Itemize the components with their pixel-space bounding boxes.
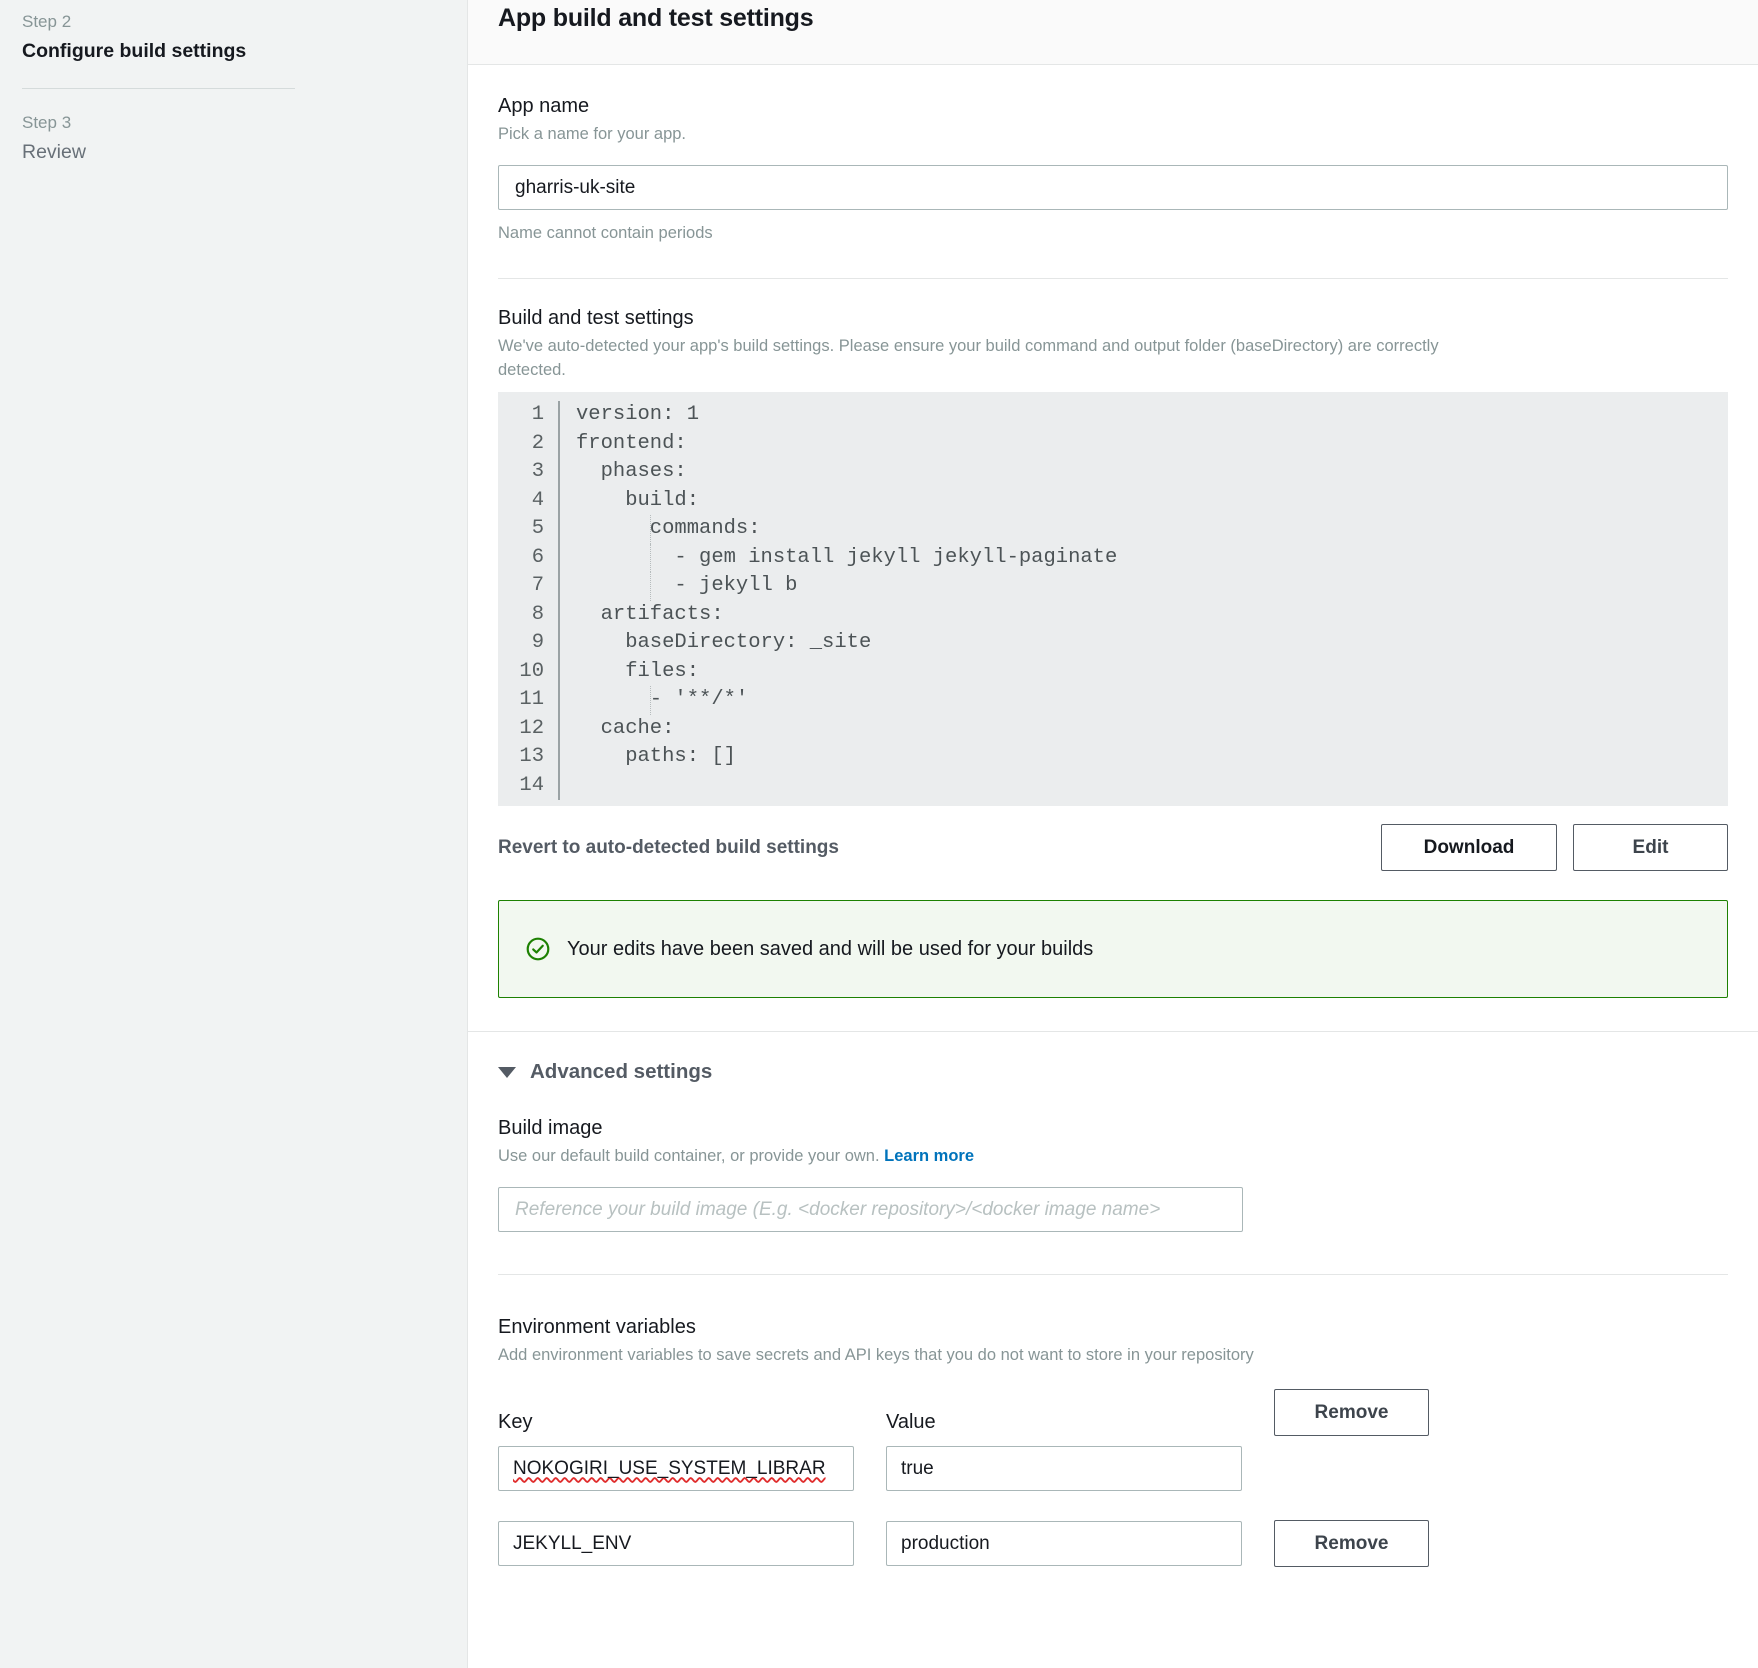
- wizard-step-3-title: Review: [22, 141, 86, 163]
- env-key-text-0: NOKOGIRI_USE_SYSTEM_LIBRAR: [513, 1457, 826, 1479]
- panel-header: App build and test settings: [468, 0, 1758, 64]
- code-line: artifacts:: [576, 602, 724, 626]
- chevron-down-icon: [498, 1066, 516, 1078]
- wizard-divider: [22, 88, 295, 89]
- code-line-number: 9: [531, 631, 544, 654]
- code-line: commands:: [576, 515, 1728, 544]
- env-key-input-1[interactable]: JEKYLL_ENV: [498, 1521, 854, 1566]
- environment-variable-row: JEKYLL_ENV production Remove: [498, 1520, 1728, 1567]
- build-image-input[interactable]: [498, 1187, 1243, 1232]
- build-settings-actions: Revert to auto-detected build settings D…: [468, 806, 1758, 871]
- wizard-step-2-label: Step 2: [22, 12, 72, 31]
- build-settings-label: Build and test settings: [498, 307, 694, 329]
- learn-more-link[interactable]: Learn more: [884, 1147, 974, 1165]
- env-key-input-0[interactable]: NOKOGIRI_USE_SYSTEM_LIBRAR: [498, 1446, 854, 1491]
- save-success-alert: Your edits have been saved and will be u…: [498, 900, 1728, 998]
- wizard-step-3-label: Step 3: [22, 113, 72, 132]
- code-line-numbers: 1 2 3 4 5 6 7 8 9 10 11 12 13 14: [498, 401, 560, 800]
- code-line-number: 2: [531, 431, 544, 455]
- indent-guide: [649, 515, 651, 544]
- env-value-text-1: production: [901, 1532, 990, 1554]
- build-image-description-text: Use our default build container, or prov…: [498, 1147, 880, 1165]
- build-image-label: Build image: [498, 1117, 603, 1139]
- environment-variables-label: Environment variables: [498, 1316, 696, 1338]
- code-line-number: 11: [519, 688, 544, 711]
- check-circle-icon: [525, 936, 551, 962]
- page-title: App build and test settings: [498, 4, 814, 32]
- revert-build-settings-button[interactable]: Revert to auto-detected build settings: [498, 837, 839, 859]
- code-line-number: 6: [531, 545, 544, 569]
- code-line-number: 4: [531, 488, 544, 512]
- env-value-input-0[interactable]: true: [886, 1446, 1242, 1491]
- remove-button-row-0-header[interactable]: Remove: [1274, 1389, 1429, 1436]
- value-column-header: Value: [886, 1411, 936, 1433]
- app-name-section: App name Pick a name for your app. Name …: [468, 65, 1758, 244]
- remove-column-header: Remove: [1274, 1389, 1429, 1436]
- save-success-message: Your edits have been saved and will be u…: [567, 938, 1094, 960]
- advanced-settings-title: Advanced settings: [530, 1060, 713, 1083]
- code-line-number: 14: [519, 773, 544, 797]
- code-line: baseDirectory: _site: [576, 631, 872, 654]
- app-name-description: Pick a name for your app.: [498, 125, 687, 143]
- build-image-description: Use our default build container, or prov…: [498, 1144, 1728, 1168]
- code-line-number: 5: [531, 517, 544, 540]
- code-line: files:: [576, 659, 700, 683]
- indent-guide: [649, 686, 651, 715]
- code-line-number: 10: [519, 659, 544, 683]
- code-line: paths: []: [576, 745, 736, 768]
- buildspec-code-viewer[interactable]: 1 2 3 4 5 6 7 8 9 10 11 12 13 14 version: 1 frontend: …: [498, 392, 1728, 806]
- build-settings-description: We've auto-detected your app's build set…: [498, 337, 1439, 379]
- app-name-input[interactable]: [498, 165, 1728, 210]
- code-line-number: 3: [531, 460, 544, 483]
- remove-button-row-1[interactable]: Remove: [1274, 1520, 1429, 1567]
- build-settings-button-group: Download Edit: [1381, 824, 1728, 871]
- wizard-steps-sidebar: Step 2 Configure build settings Step 3 R…: [0, 0, 467, 1668]
- environment-variables-group: Environment variables Add environment va…: [468, 1275, 1758, 1567]
- env-row-1-actions: Remove: [1274, 1520, 1429, 1567]
- environment-variables-header-row: Key Value Remove: [498, 1389, 1728, 1436]
- environment-variable-row: NOKOGIRI_USE_SYSTEM_LIBRAR true: [498, 1446, 1728, 1491]
- indent-guide: [649, 572, 651, 601]
- build-image-group: Build image Use our default build contai…: [468, 1084, 1758, 1232]
- env-value-input-1[interactable]: production: [886, 1521, 1242, 1566]
- settings-panel: App build and test settings App name Pic…: [467, 0, 1758, 1668]
- key-column-header: Key: [498, 1411, 533, 1433]
- code-line: version: 1: [576, 403, 700, 426]
- code-line: - jekyll b: [576, 572, 1728, 601]
- app-name-hint: Name cannot contain periods: [498, 224, 713, 242]
- environment-variables-description: Add environment variables to save secret…: [498, 1346, 1254, 1364]
- code-line: - '**/*': [576, 686, 1728, 715]
- code-line-number: 13: [519, 745, 544, 768]
- wizard-step-3[interactable]: Step 3 Review: [22, 109, 467, 167]
- code-line-number: 7: [531, 574, 544, 597]
- app-name-label: App name: [498, 95, 590, 117]
- build-settings-section: Build and test settings We've auto-detec…: [468, 279, 1758, 806]
- code-line: frontend:: [576, 431, 687, 455]
- download-button[interactable]: Download: [1381, 824, 1557, 871]
- code-line-number: 12: [519, 716, 544, 740]
- code-line: build:: [576, 488, 700, 512]
- code-line: - gem install jekyll jekyll-paginate: [576, 543, 1728, 572]
- code-line: cache:: [576, 716, 675, 740]
- wizard-step-2-title: Configure build settings: [22, 40, 247, 62]
- page-root: Step 2 Configure build settings Step 3 R…: [0, 0, 1758, 1668]
- code-line-number: 8: [531, 602, 544, 626]
- edit-button[interactable]: Edit: [1573, 824, 1728, 871]
- code-line: phases:: [576, 460, 687, 483]
- env-value-text-0: true: [901, 1457, 934, 1479]
- advanced-settings-toggle[interactable]: Advanced settings: [468, 1060, 1758, 1084]
- indent-guide: [649, 543, 651, 572]
- code-line-number: 1: [531, 403, 544, 426]
- advanced-settings-section: Advanced settings Build image Use our de…: [468, 1032, 1758, 1567]
- wizard-step-2[interactable]: Step 2 Configure build settings: [22, 8, 467, 66]
- code-content: version: 1 frontend: phases: build: comma…: [560, 401, 1728, 800]
- env-key-text-1: JEKYLL_ENV: [513, 1532, 632, 1554]
